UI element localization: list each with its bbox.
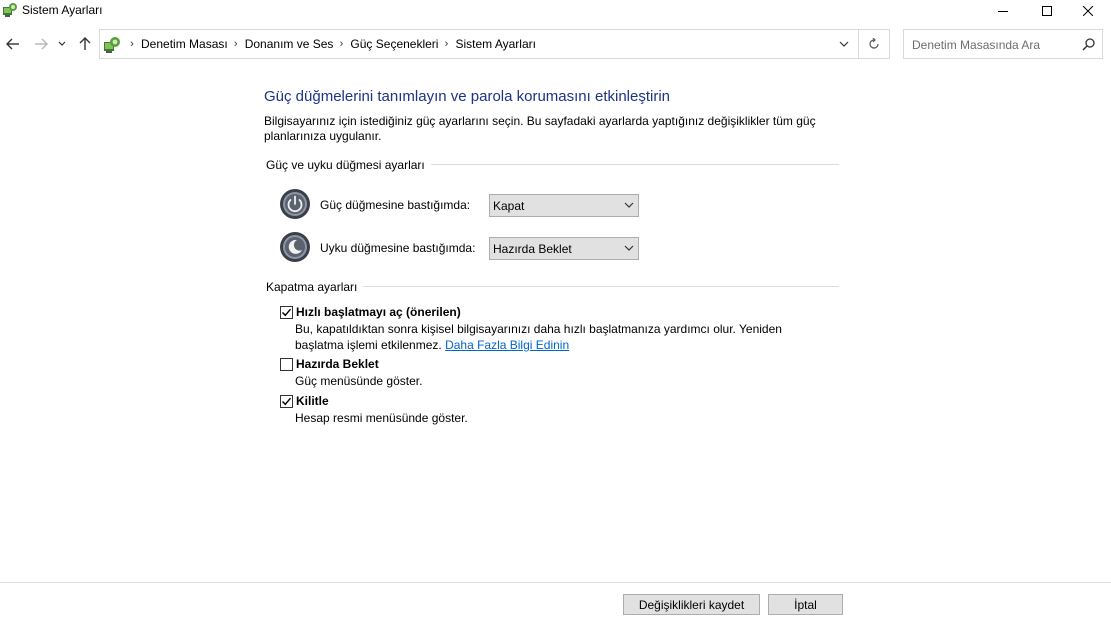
main-content: Güç düğmelerini tanımlayın ve parola kor… xyxy=(0,60,1111,582)
maximize-button[interactable] xyxy=(1024,0,1070,22)
breadcrumb-separator: › xyxy=(339,38,344,50)
power-button-action-value: Kapat xyxy=(493,199,525,213)
chevron-down-icon xyxy=(58,41,66,46)
sleep-button-label: Uyku düğmesine bastığımda: xyxy=(320,241,476,255)
learn-more-link[interactable]: Daha Fazla Bilgi Edinin xyxy=(445,338,569,352)
arrow-up-icon xyxy=(79,37,91,50)
chevron-down-icon xyxy=(624,202,634,208)
back-button[interactable] xyxy=(2,28,24,60)
footer-bar: Değişiklikleri kaydet İptal xyxy=(0,582,1111,625)
shutdown-section-title: Kapatma ayarları xyxy=(266,280,364,294)
close-icon xyxy=(1083,6,1093,16)
power-button-icon xyxy=(279,188,311,220)
lock-checkbox[interactable] xyxy=(280,395,293,408)
breadcrumb: › Denetim Masası › Donanım ve Ses › Güç … xyxy=(124,30,536,58)
section-divider xyxy=(426,164,839,165)
sleep-button-action-select[interactable]: Hazırda Beklet xyxy=(489,237,639,260)
fast-startup-description: Bu, kapatıldıktan sonra kişisel bilgisay… xyxy=(295,321,830,353)
up-button[interactable] xyxy=(74,28,96,60)
power-button-action-select[interactable]: Kapat xyxy=(489,194,639,217)
arrow-left-icon xyxy=(6,38,19,50)
navigation-bar: › Denetim Masası › Donanım ve Ses › Güç … xyxy=(0,28,1111,60)
breadcrumb-separator: › xyxy=(444,38,449,50)
fast-startup-label[interactable]: Hızlı başlatmayı aç (önerilen) xyxy=(296,305,461,319)
sleep-button-action-value: Hazırda Beklet xyxy=(493,242,572,256)
refresh-icon xyxy=(869,38,879,49)
save-changes-button[interactable]: Değişiklikleri kaydet xyxy=(623,594,760,615)
page-title: Güç düğmelerini tanımlayın ve parola kor… xyxy=(264,88,671,105)
lock-label[interactable]: Kilitle xyxy=(296,394,329,408)
minimize-button[interactable] xyxy=(980,0,1026,22)
control-panel-icon xyxy=(103,36,121,54)
breadcrumb-item-denetim-masasi[interactable]: Denetim Masası xyxy=(140,37,228,51)
power-button-label: Güç düğmesine bastığımda: xyxy=(320,198,471,212)
title-bar: Sistem Ayarları xyxy=(0,0,1111,22)
chevron-down-icon xyxy=(624,245,634,251)
refresh-button[interactable] xyxy=(859,30,889,58)
breadcrumb-item-guc-secenekleri[interactable]: Güç Seçenekleri xyxy=(349,37,438,51)
close-button[interactable] xyxy=(1065,0,1111,22)
cancel-button[interactable]: İptal xyxy=(768,594,843,615)
arrow-right-icon xyxy=(35,38,48,50)
recent-locations-button[interactable] xyxy=(54,28,70,60)
sleep-button-icon xyxy=(279,231,311,263)
checkmark-icon xyxy=(282,397,292,406)
breadcrumb-item-sistem-ayarlari[interactable]: Sistem Ayarları xyxy=(454,37,535,51)
chevron-down-icon xyxy=(839,41,849,47)
breadcrumb-separator: › xyxy=(233,38,238,50)
control-panel-icon xyxy=(2,2,18,18)
lock-description: Hesap resmi menüsünde göster. xyxy=(295,411,468,425)
hibernate-label[interactable]: Hazırda Beklet xyxy=(296,357,379,371)
minimize-icon xyxy=(998,11,1008,12)
hibernate-checkbox[interactable] xyxy=(280,358,293,371)
maximize-icon xyxy=(1042,6,1052,16)
fast-startup-checkbox[interactable] xyxy=(280,306,293,319)
checkmark-icon xyxy=(282,308,292,317)
address-bar[interactable]: › Denetim Masası › Donanım ve Ses › Güç … xyxy=(99,29,890,59)
breadcrumb-item-donanim-ve-ses[interactable]: Donanım ve Ses xyxy=(244,37,334,51)
power-section-title: Güç ve uyku düğmesi ayarları xyxy=(266,158,431,172)
forward-button[interactable] xyxy=(30,28,52,60)
hibernate-description: Güç menüsünde göster. xyxy=(295,374,423,388)
address-history-dropdown[interactable] xyxy=(830,30,858,58)
search-placeholder: Denetim Masasında Ara xyxy=(912,38,1041,52)
page-intro: Bilgisayarınız için istediğiniz güç ayar… xyxy=(264,114,816,143)
search-input[interactable]: Denetim Masasında Ara xyxy=(903,29,1103,59)
breadcrumb-separator: › xyxy=(130,38,134,50)
window-title: Sistem Ayarları xyxy=(22,3,103,17)
section-divider xyxy=(362,286,839,287)
search-icon[interactable] xyxy=(1082,37,1096,54)
